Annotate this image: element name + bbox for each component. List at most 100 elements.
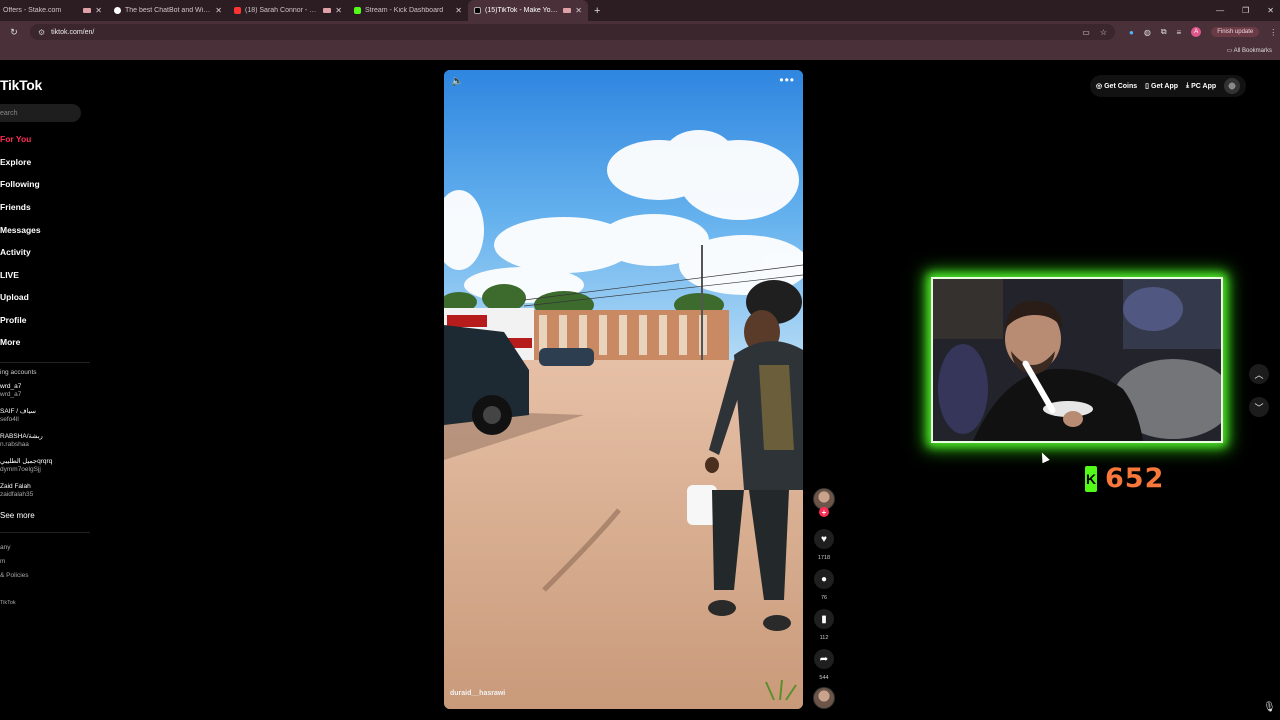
save-count: 112 <box>819 635 829 641</box>
kick-logo-icon: K <box>1085 465 1097 492</box>
like-heart-icon[interactable]: ♥ <box>814 529 834 549</box>
close-tab-icon[interactable]: ✕ <box>575 6 582 15</box>
viewer-count: 652 <box>1105 463 1165 494</box>
following-account[interactable]: wrd_a7 wrd_a7 <box>0 383 21 399</box>
browser-tab[interactable]: Stream - Kick Dashboard ✕ <box>348 0 468 21</box>
microphone-icon[interactable]: 🎙 <box>1263 702 1276 713</box>
account-name: SAIF / سياف <box>0 408 37 415</box>
tab-title: (15)TikTok - Make Your Day <box>485 7 559 14</box>
music-disc-avatar[interactable] <box>813 687 835 709</box>
cast-icon[interactable]: ▭ <box>1082 28 1090 37</box>
bookmarks-bar: ▭ All Bookmarks <box>0 43 1280 60</box>
browser-tab-active[interactable]: (15)TikTok - Make Your Day ✕ <box>468 0 588 21</box>
close-tab-icon[interactable]: ✕ <box>215 6 222 15</box>
kick-icon <box>354 7 361 14</box>
browser-tab[interactable]: The best ChatBot and Widgets ✕ <box>108 0 228 21</box>
recording-icon <box>563 8 572 13</box>
new-tab-button[interactable]: + <box>588 5 606 17</box>
see-more-link[interactable]: See more <box>0 511 35 520</box>
coin-icon: ◎ <box>1096 83 1103 90</box>
search-input[interactable]: earch <box>0 104 81 122</box>
sound-icon[interactable]: 🔈 <box>451 76 463 87</box>
browser-tab[interactable]: Offers - Stake.com ✕ <box>0 0 108 21</box>
youtube-icon <box>234 7 241 14</box>
get-coins-button[interactable]: ◎ Get Coins <box>1096 82 1137 91</box>
close-window-icon[interactable]: ✕ <box>1267 6 1274 15</box>
reload-icon[interactable]: ↻ <box>4 27 24 38</box>
tab-title: (18) Sarah Connor - From S <box>245 7 319 14</box>
get-app-button[interactable]: ▯ Get App <box>1145 82 1178 91</box>
tab-title: The best ChatBot and Widgets <box>125 7 212 14</box>
user-avatar[interactable] <box>1224 78 1241 94</box>
finish-update-button[interactable]: Finish update <box>1211 27 1260 37</box>
follow-plus-icon[interactable]: + <box>819 507 829 517</box>
tiktok-logo[interactable]: TikTok <box>0 77 42 93</box>
share-icon[interactable]: ➦ <box>814 649 834 669</box>
favicon-icon <box>114 7 121 14</box>
nav-following[interactable]: Following <box>0 179 40 189</box>
profile-avatar[interactable]: A <box>1191 27 1202 37</box>
url-text: tiktok.com/en/ <box>51 28 95 36</box>
restore-icon[interactable]: ❐ <box>1242 6 1249 15</box>
bookmark-star-icon[interactable]: ☆ <box>1100 28 1107 37</box>
nav-upload[interactable]: Upload <box>0 292 29 302</box>
account-handle: zaidfalah35 <box>0 491 34 498</box>
comment-icon[interactable]: ● <box>814 569 834 589</box>
viewer-count-widget: K 652 <box>1085 463 1164 494</box>
footer-link[interactable]: & Policies <box>0 572 29 579</box>
close-tab-icon[interactable]: ✕ <box>455 6 462 15</box>
extension-icon[interactable]: ◍ <box>1144 28 1151 37</box>
footer-copyright: TikTok <box>0 600 16 606</box>
search-placeholder: earch <box>0 109 18 117</box>
following-account[interactable]: RABSHA/ربشة n.rabshaa <box>0 433 43 449</box>
account-handle: n.rabshaa <box>0 441 29 448</box>
account-handle: dymm7oelgSjj <box>0 466 41 473</box>
footer-link[interactable]: m <box>0 558 5 565</box>
comment-count: 76 <box>820 595 828 601</box>
following-account[interactable]: جميل الطليبيqrqrq dymm7oelgSjj <box>0 458 52 474</box>
header-actions: ◎ Get Coins ▯ Get App ⤓ PC App <box>1090 75 1247 97</box>
minimize-icon[interactable]: — <box>1216 6 1224 15</box>
next-video-button[interactable]: ﹀ <box>1249 397 1269 417</box>
following-account[interactable]: SAIF / سياف sefo4ll <box>0 408 36 424</box>
all-bookmarks-button[interactable]: ▭ All Bookmarks <box>1227 47 1272 54</box>
recording-icon <box>83 8 92 13</box>
nav-explore[interactable]: Explore <box>0 157 31 167</box>
media-control-icon[interactable]: ≡ <box>1177 28 1182 37</box>
following-accounts-title: ing accounts <box>0 369 37 376</box>
nav-friends[interactable]: Friends <box>0 202 31 212</box>
site-info-icon[interactable]: ⚙ <box>38 28 45 37</box>
close-tab-icon[interactable]: ✕ <box>95 6 102 15</box>
nav-more[interactable]: More <box>0 337 20 347</box>
tiktok-sidebar: TikTok earch For You Explore Following F… <box>0 62 90 720</box>
following-account[interactable]: Zaid Falah zaidfalah35 <box>0 483 33 499</box>
phone-icon: ▯ <box>1145 83 1150 90</box>
video-player[interactable]: 🔈 ••• duraid__hasrawi <box>444 70 803 709</box>
extension-icon[interactable]: ● <box>1129 28 1134 37</box>
previous-video-button[interactable]: ︿ <box>1249 364 1269 384</box>
nav-messages[interactable]: Messages <box>0 225 41 235</box>
nav-profile[interactable]: Profile <box>0 315 26 325</box>
tab-title: Offers - Stake.com <box>3 7 62 14</box>
extensions-puzzle-icon[interactable]: ⧉ <box>1161 27 1167 37</box>
nav-for-you[interactable]: For You <box>0 134 31 144</box>
video-username[interactable]: duraid__hasrawi <box>450 690 505 697</box>
bookmark-icon[interactable]: ▮ <box>814 609 834 629</box>
more-options-icon[interactable]: ••• <box>779 73 795 87</box>
address-bar-actions: ▭ ☆ <box>1082 28 1107 37</box>
footer-link[interactable]: any <box>0 544 10 551</box>
nav-activity[interactable]: Activity <box>0 247 31 257</box>
tiktok-icon <box>474 7 481 14</box>
like-count: 1718 <box>817 555 831 561</box>
divider <box>0 532 90 533</box>
browser-tab[interactable]: (18) Sarah Connor - From S ✕ <box>228 0 348 21</box>
close-tab-icon[interactable]: ✕ <box>335 6 342 15</box>
nav-live[interactable]: LIVE <box>0 270 19 280</box>
chevron-up-icon: ︿ <box>1254 369 1264 380</box>
menu-kebab-icon[interactable]: ⋮ <box>1269 28 1277 37</box>
pc-app-button[interactable]: ⤓ PC App <box>1186 82 1216 90</box>
account-name: wrd_a7 <box>0 383 22 390</box>
webcam-feed <box>933 279 1221 441</box>
address-bar[interactable]: ⚙ tiktok.com/en/ ▭ ☆ <box>30 24 1115 40</box>
account-handle: sefo4ll <box>0 416 19 423</box>
